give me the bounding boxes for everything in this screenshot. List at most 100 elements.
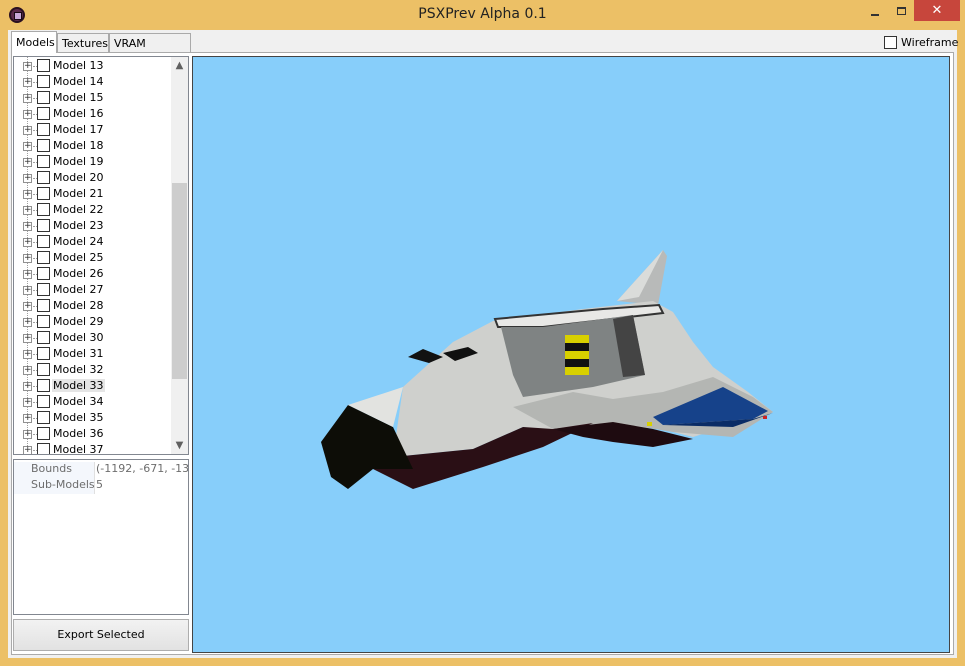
tree-item-checkbox[interactable] — [37, 219, 50, 232]
tree-item-checkbox[interactable] — [37, 235, 50, 248]
tree-item[interactable]: + Model 15 — [14, 90, 174, 106]
tree-item[interactable]: + Model 35 — [14, 410, 174, 426]
tree-item[interactable]: + Model 14 — [14, 74, 174, 90]
tree-item-label[interactable]: Model 30 — [52, 331, 105, 344]
tree-item-label[interactable]: Model 31 — [52, 347, 105, 360]
model-viewport[interactable] — [192, 56, 950, 653]
tree-item-label[interactable]: Model 33 — [52, 379, 105, 392]
tree-item-label[interactable]: Model 13 — [52, 59, 105, 72]
expand-icon[interactable]: + — [23, 158, 32, 167]
tree-item-checkbox[interactable] — [37, 203, 50, 216]
tree-item-label[interactable]: Model 23 — [52, 219, 105, 232]
tree-item-label[interactable]: Model 24 — [52, 235, 105, 248]
expand-icon[interactable]: + — [23, 350, 32, 359]
expand-icon[interactable]: + — [23, 366, 32, 375]
expand-icon[interactable]: + — [23, 222, 32, 231]
tree-item-label[interactable]: Model 28 — [52, 299, 105, 312]
expand-icon[interactable]: + — [23, 430, 32, 439]
tree-item-label[interactable]: Model 20 — [52, 171, 105, 184]
tree-item-checkbox[interactable] — [37, 187, 50, 200]
tree-item-label[interactable]: Model 34 — [52, 395, 105, 408]
tree-item-checkbox[interactable] — [37, 379, 50, 392]
expand-icon[interactable]: + — [23, 142, 32, 151]
tree-item[interactable]: + Model 22 — [14, 202, 174, 218]
tree-item[interactable]: + Model 17 — [14, 122, 174, 138]
tree-item-label[interactable]: Model 37 — [52, 443, 105, 454]
tree-item-checkbox[interactable] — [37, 267, 50, 280]
tree-item[interactable]: + Model 31 — [14, 346, 174, 362]
tree-item-checkbox[interactable] — [37, 283, 50, 296]
tree-item-label[interactable]: Model 27 — [52, 283, 105, 296]
scroll-up-icon[interactable]: ▲ — [171, 57, 188, 74]
tree-item[interactable]: + Model 26 — [14, 266, 174, 282]
expand-icon[interactable]: + — [23, 270, 32, 279]
tree-item-checkbox[interactable] — [37, 75, 50, 88]
tab-textures[interactable]: Textures — [57, 33, 109, 52]
expand-icon[interactable]: + — [23, 94, 32, 103]
tree-item-checkbox[interactable] — [37, 395, 50, 408]
tree-item-label[interactable]: Model 14 — [52, 75, 105, 88]
export-selected-button[interactable]: Export Selected — [13, 619, 189, 651]
tree-item-checkbox[interactable] — [37, 443, 50, 454]
tree-item-checkbox[interactable] — [37, 139, 50, 152]
tree-item-checkbox[interactable] — [37, 299, 50, 312]
tree-item-label[interactable]: Model 15 — [52, 91, 105, 104]
property-value[interactable]: 5 — [96, 478, 188, 494]
tree-item[interactable]: + Model 23 — [14, 218, 174, 234]
tree-item[interactable]: + Model 30 — [14, 330, 174, 346]
tree-item[interactable]: + Model 19 — [14, 154, 174, 170]
expand-icon[interactable]: + — [23, 62, 32, 71]
tree-item[interactable]: + Model 25 — [14, 250, 174, 266]
tree-item-label[interactable]: Model 36 — [52, 427, 105, 440]
expand-icon[interactable]: + — [23, 254, 32, 263]
property-value[interactable]: (-1192, -671, -1335) — [96, 462, 188, 478]
tree-item-checkbox[interactable] — [37, 251, 50, 264]
model-tree[interactable]: + Model 13 + Model 14 + Model 15 + Model 16 + Mod… — [13, 56, 189, 455]
tree-item-label[interactable]: Model 19 — [52, 155, 105, 168]
tree-item[interactable]: + Model 36 — [14, 426, 174, 442]
tree-item-label[interactable]: Model 29 — [52, 315, 105, 328]
expand-icon[interactable]: + — [23, 110, 32, 119]
maximize-button[interactable] — [888, 0, 914, 21]
tree-item[interactable]: + Model 13 — [14, 58, 174, 74]
wireframe-toggle[interactable]: Wireframe — [884, 34, 958, 50]
tab-models[interactable]: Models — [11, 31, 57, 53]
property-grid[interactable]: Bounds(-1192, -671, -1335)Sub-Models5 — [13, 459, 189, 615]
expand-icon[interactable]: + — [23, 174, 32, 183]
tree-item-label[interactable]: Model 17 — [52, 123, 105, 136]
expand-icon[interactable]: + — [23, 446, 32, 454]
tree-item[interactable]: + Model 29 — [14, 314, 174, 330]
tree-item-checkbox[interactable] — [37, 331, 50, 344]
expand-icon[interactable]: + — [23, 286, 32, 295]
tab-vram-preview[interactable]: VRAM Preview — [109, 33, 191, 63]
tree-item-checkbox[interactable] — [37, 107, 50, 120]
property-row[interactable]: Sub-Models 5 — [14, 478, 188, 494]
scroll-down-icon[interactable]: ▼ — [171, 437, 188, 454]
expand-icon[interactable]: + — [23, 302, 32, 311]
tree-item[interactable]: + Model 24 — [14, 234, 174, 250]
expand-icon[interactable]: + — [23, 206, 32, 215]
tree-item[interactable]: + Model 28 — [14, 298, 174, 314]
tree-item[interactable]: + Model 21 — [14, 186, 174, 202]
property-row[interactable]: Bounds(-1192, -671, -1335) — [14, 462, 188, 478]
expand-icon[interactable]: + — [23, 414, 32, 423]
tree-item-label[interactable]: Model 22 — [52, 203, 105, 216]
tree-item[interactable]: + Model 16 — [14, 106, 174, 122]
tree-item[interactable]: + Model 18 — [14, 138, 174, 154]
wireframe-checkbox[interactable] — [884, 35, 897, 49]
tree-item-label[interactable]: Model 21 — [52, 187, 105, 200]
close-button[interactable]: ✕ — [914, 0, 960, 21]
tree-item[interactable]: + Model 27 — [14, 282, 174, 298]
tree-item-checkbox[interactable] — [37, 91, 50, 104]
expand-icon[interactable]: + — [23, 126, 32, 135]
expand-icon[interactable]: + — [23, 398, 32, 407]
tree-item-checkbox[interactable] — [37, 363, 50, 376]
tree-item-checkbox[interactable] — [37, 59, 50, 72]
tree-item-label[interactable]: Model 32 — [52, 363, 105, 376]
expand-icon[interactable]: + — [23, 78, 32, 87]
tree-item-checkbox[interactable] — [37, 411, 50, 424]
tree-item[interactable]: + Model 32 — [14, 362, 174, 378]
tree-item-checkbox[interactable] — [37, 171, 50, 184]
tree-item[interactable]: + Model 34 — [14, 394, 174, 410]
tree-item-label[interactable]: Model 35 — [52, 411, 105, 424]
